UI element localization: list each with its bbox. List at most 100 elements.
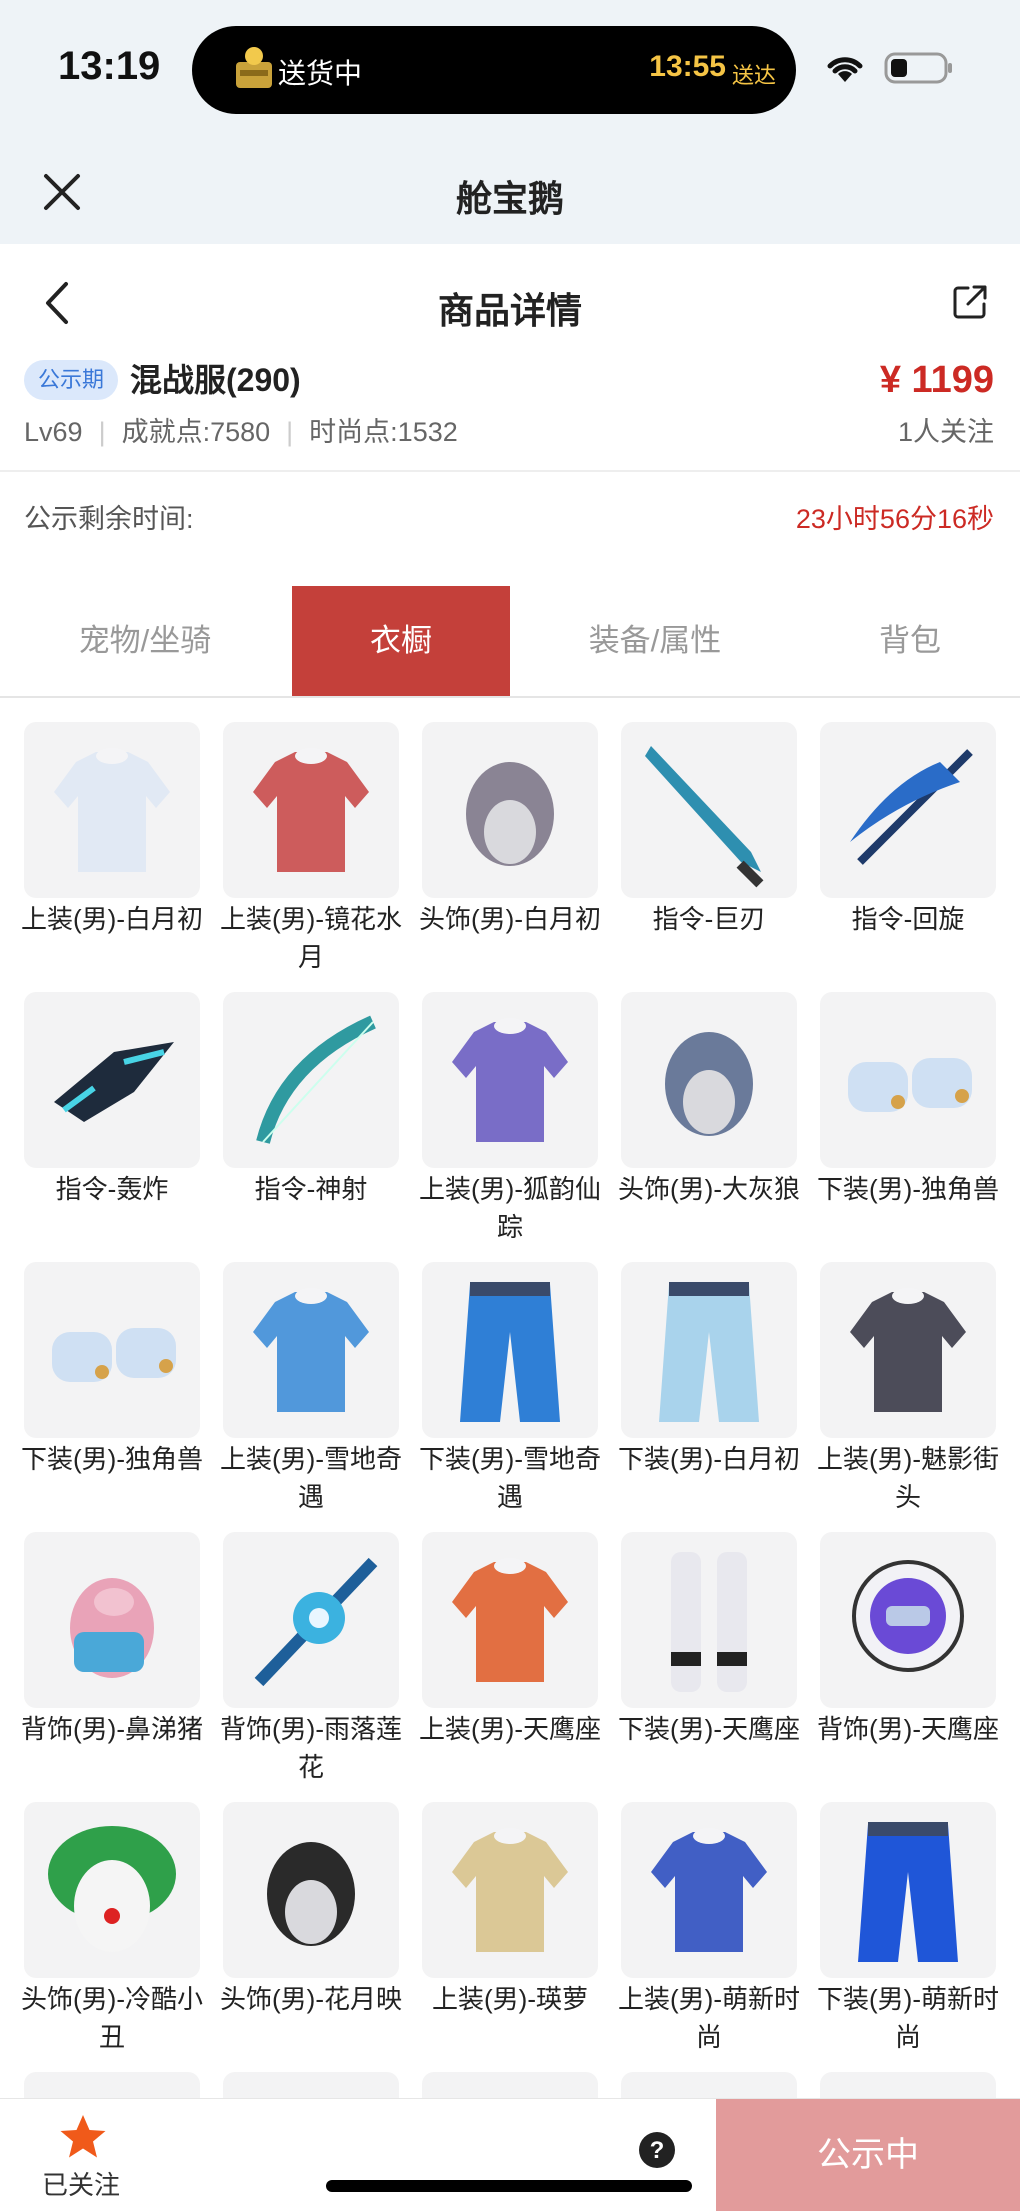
follower-count: 1人关注 — [897, 417, 994, 447]
item-thumbnail — [24, 1802, 200, 1978]
head-icon — [267, 1842, 355, 1946]
head-icon — [665, 1032, 753, 1136]
item-thumbnail — [621, 1262, 797, 1438]
item-thumbnail — [820, 1532, 996, 1708]
boots-icon — [848, 1058, 972, 1112]
item-thumbnail — [223, 1532, 399, 1708]
wifi-icon — [827, 57, 863, 82]
countdown-row: 公示剩余时间: 23小时56分16秒 — [0, 494, 1020, 544]
wardrobe-item[interactable]: 头饰(男)-白月初 — [419, 722, 601, 938]
top-icon — [651, 1828, 767, 1952]
wardrobe-item[interactable]: 下装(男)-雪地奇遇 — [419, 1262, 601, 1516]
wardrobe-item[interactable]: 上装(男)-瑛萝 — [422, 1802, 598, 2018]
wardrobe-item[interactable]: 指令-轰炸 — [24, 992, 200, 1208]
divider: | — [98, 417, 106, 447]
tab-wardrobe[interactable]: 衣橱 — [292, 586, 510, 696]
divider: | — [286, 417, 294, 447]
app-title: 舱宝鹅 — [455, 178, 564, 219]
wardrobe-item[interactable]: 背饰(男)-雨落莲花 — [220, 1532, 402, 1786]
item-thumbnail — [820, 1802, 996, 1978]
tab-backpack[interactable]: 背包 — [820, 586, 1000, 696]
top-icon — [850, 1288, 966, 1412]
fashion-points: 时尚点:1532 — [309, 417, 458, 447]
item-thumbnail-partial — [820, 2072, 996, 2098]
wardrobe-item[interactable]: 头饰(男)-花月映 — [220, 1802, 402, 2018]
item-label: 背饰(男)-天鹰座 — [817, 1714, 999, 1744]
countdown-label: 公示剩余时间: — [24, 504, 194, 534]
follow-button-label[interactable]: 已关注 — [42, 2165, 120, 2202]
item-label: 指令-巨刃 — [652, 904, 766, 934]
pants-icon — [460, 1282, 560, 1422]
wardrobe-item[interactable]: 上装(男)-萌新时尚 — [618, 1802, 800, 2056]
item-thumbnail — [24, 992, 200, 1168]
wardrobe-item[interactable]: 上装(男)-天鹰座 — [419, 1532, 601, 1748]
dynamic-island[interactable]: 送货中 13:55 送达 — [192, 26, 796, 114]
item-label: 上装(男)-瑛萝 — [432, 1984, 588, 2014]
item-thumbnail — [422, 1532, 598, 1708]
status-button[interactable]: 公示中 — [716, 2099, 1020, 2211]
item-thumbnail — [621, 992, 797, 1168]
home-indicator — [326, 2180, 692, 2192]
wardrobe-item[interactable]: 背饰(男)-鼻涕猪 — [21, 1532, 203, 1748]
item-thumbnail-partial — [422, 2072, 598, 2098]
legs-icon — [671, 1552, 747, 1692]
app-bar: 舱宝鹅 — [0, 140, 1020, 244]
item-label: 背饰(男)-雨落莲花 — [220, 1714, 402, 1782]
tab-pets-mounts[interactable]: 宠物/坐骑 — [40, 586, 250, 696]
item-thumbnail — [621, 722, 797, 898]
help-icon[interactable]: ? — [638, 2131, 676, 2169]
item-thumbnail — [24, 1532, 200, 1708]
boots-icon — [52, 1328, 176, 1382]
item-thumbnail — [422, 992, 598, 1168]
item-label: 下装(男)-白月初 — [618, 1444, 800, 1474]
orb-icon — [852, 1560, 964, 1672]
wardrobe-item[interactable]: 下装(男)-天鹰座 — [618, 1532, 800, 1748]
item-label: 指令-轰炸 — [55, 1174, 169, 1204]
wardrobe-item[interactable]: 头饰(男)-大灰狼 — [618, 992, 800, 1208]
item-label: 上装(男)-白月初 — [21, 904, 203, 934]
item-thumbnail — [422, 722, 598, 898]
wardrobe-item[interactable]: 下装(男)-独角兽 — [21, 1262, 203, 1478]
item-thumbnail — [820, 1262, 996, 1438]
top-icon — [452, 1018, 568, 1142]
item-thumbnail — [24, 1262, 200, 1438]
tab-equipment[interactable]: 装备/属性 — [550, 586, 760, 696]
wardrobe-item[interactable]: 下装(男)-萌新时尚 — [817, 1802, 999, 2056]
item-thumbnail — [24, 722, 200, 898]
wardrobe-item[interactable]: 背饰(男)-天鹰座 — [817, 1532, 999, 1748]
wardrobe-item[interactable]: 上装(男)-白月初 — [21, 722, 203, 938]
share-icon[interactable] — [952, 284, 988, 320]
delivery-arrive-label: 送达 — [731, 63, 776, 88]
wardrobe-item[interactable]: 上装(男)-镜花水月 — [220, 722, 402, 976]
item-thumbnail — [223, 1262, 399, 1438]
item-thumbnail — [223, 722, 399, 898]
wardrobe-item[interactable]: 下装(男)-白月初 — [618, 1262, 800, 1478]
product-name: 混战服(290) — [130, 362, 301, 398]
item-label: 头饰(男)-花月映 — [220, 1984, 402, 2014]
bow-icon — [256, 1015, 376, 1144]
item-thumbnail — [422, 1262, 598, 1438]
item-thumbnail — [621, 1532, 797, 1708]
delivery-icon — [236, 47, 272, 88]
wardrobe-item[interactable]: 上装(男)-魅影街头 — [817, 1262, 999, 1516]
wardrobe-item[interactable]: 指令-回旋 — [820, 722, 996, 938]
status-bar: 13:19 送货中 13:55 送达 — [0, 0, 1020, 140]
drone-icon — [54, 1042, 174, 1122]
item-label: 下装(男)-独角兽 — [817, 1174, 999, 1204]
star-icon[interactable] — [58, 2113, 108, 2161]
product-price: ¥ 1199 — [879, 359, 994, 401]
item-thumbnail — [223, 1802, 399, 1978]
wardrobe-item[interactable]: 上装(男)-狐韵仙踪 — [419, 992, 601, 1246]
wardrobe-item[interactable]: 下装(男)-独角兽 — [817, 992, 999, 1208]
pants-icon — [659, 1282, 759, 1422]
level: Lv69 — [24, 417, 83, 447]
blade-icon — [645, 746, 764, 888]
item-thumbnail-partial — [621, 2072, 797, 2098]
wardrobe-item[interactable]: 指令-巨刃 — [621, 722, 797, 938]
page-header: 商品详情 — [0, 244, 1020, 360]
wardrobe-item[interactable]: 上装(男)-雪地奇遇 — [220, 1262, 402, 1516]
wardrobe-item[interactable]: 头饰(男)-冷酷小丑 — [21, 1802, 203, 2056]
item-thumbnail — [422, 1802, 598, 1978]
top-icon — [253, 748, 369, 872]
wardrobe-item[interactable]: 指令-神射 — [223, 992, 399, 1208]
